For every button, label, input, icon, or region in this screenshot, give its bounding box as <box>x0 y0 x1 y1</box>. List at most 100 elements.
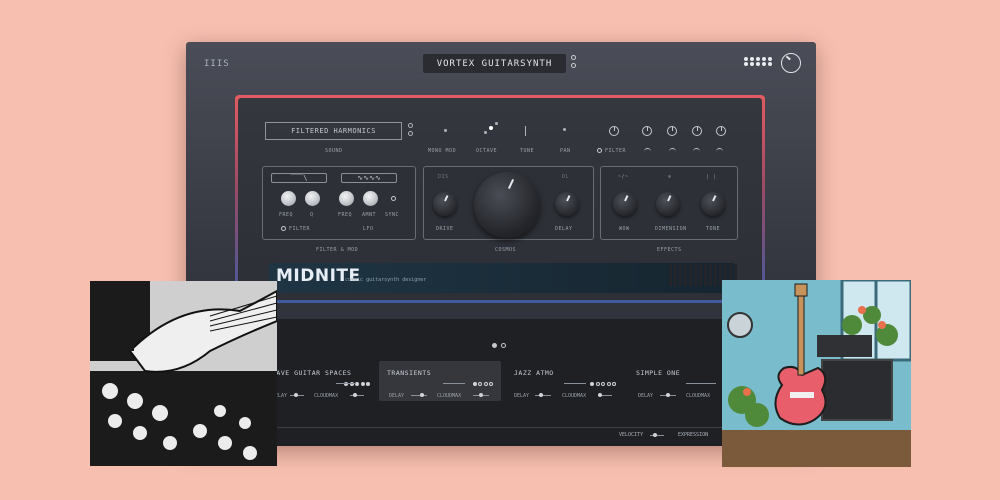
preset-cloud-thumb[interactable] <box>479 393 483 397</box>
filter-enable-toggle[interactable] <box>281 226 286 231</box>
preset-delay-thumb[interactable] <box>539 393 543 397</box>
lfo-sync-label: SYNC <box>385 212 400 218</box>
sound-preset-display[interactable]: FILTERED HARMONICS <box>265 122 402 140</box>
brand-name: MIDNITE <box>276 266 361 286</box>
lfo-sync-toggle[interactable] <box>391 196 396 201</box>
filter-freq-knob[interactable] <box>281 191 296 206</box>
center-section: DIS DL DRIVE DELAY <box>423 166 594 240</box>
preset-meta-delay: DELAY <box>389 393 405 399</box>
curve-icon-3[interactable] <box>693 148 700 153</box>
curve-icon-1[interactable] <box>644 148 651 153</box>
velocity-label: VELOCITY <box>619 432 644 438</box>
lfo-label: LFO <box>363 226 374 232</box>
preset-name: JAZZ ATMO <box>514 369 554 377</box>
preset-rating-line <box>443 383 465 384</box>
preset-card[interactable]: JAZZ ATMO DELAY CLOUDMAX <box>502 361 624 401</box>
dimension-tick-label: ✻ <box>668 174 672 180</box>
tone-label: TONE <box>706 226 721 232</box>
drive-label: DRIVE <box>436 226 454 232</box>
filter-q-label: Q <box>310 212 314 218</box>
mini-knob-3[interactable] <box>667 126 677 136</box>
curve-icon-4[interactable] <box>716 148 723 153</box>
page-dot-2[interactable] <box>501 343 506 348</box>
guitar-synth-artwork-bw <box>90 281 277 466</box>
delay-knob[interactable] <box>555 192 579 216</box>
preset-cloud-thumb[interactable] <box>353 393 357 397</box>
delay-label: DELAY <box>555 226 573 232</box>
title-nav[interactable] <box>571 55 576 68</box>
lfo-amnt-label: AMNT <box>362 212 377 218</box>
filter-toggle-icon[interactable] <box>597 148 602 153</box>
dimension-knob[interactable] <box>656 192 680 216</box>
sound-nav[interactable] <box>408 123 413 136</box>
page-dot-1[interactable] <box>492 343 497 348</box>
lfo-amnt-knob[interactable] <box>363 191 378 206</box>
preset-delay-track[interactable] <box>411 395 427 396</box>
tone-knob[interactable] <box>701 192 725 216</box>
filter-shape-icon[interactable]: ‾‾‾\ <box>271 173 327 183</box>
curve-icon-2[interactable] <box>669 148 676 153</box>
power-icon[interactable] <box>781 53 801 73</box>
preset-meta-delay: DELAY <box>514 393 530 399</box>
mini-knob-2[interactable] <box>642 126 652 136</box>
next-arrow-icon[interactable] <box>571 63 576 68</box>
wow-label: WOW <box>619 226 630 232</box>
lfo-freq-knob[interactable] <box>339 191 354 206</box>
sound-next-icon[interactable] <box>408 131 413 136</box>
filter-q-knob[interactable] <box>305 191 320 206</box>
mono-mod-label: MONO MOD <box>428 148 457 154</box>
mini-knob-1[interactable] <box>609 126 619 136</box>
preset-name: WAVE GUITAR SPACES <box>272 369 352 377</box>
lfo-freq-label: FREQ <box>338 212 353 218</box>
preset-rating-line <box>336 383 356 384</box>
preset-delay-track[interactable] <box>535 395 551 396</box>
plugin-title: VORTEX GUITARSYNTH <box>423 54 566 73</box>
lfo-wave-icon[interactable]: ∿∿∿∿ <box>341 173 397 183</box>
sound-label: SOUND <box>325 148 343 154</box>
preset-rating <box>590 382 616 386</box>
tune-slider[interactable] <box>525 126 526 136</box>
preset-meta-cloud: CLOUDMAX <box>314 393 339 399</box>
filter-freq-label: FREQ <box>279 212 294 218</box>
brand-tagline: cosmic guitarsynth designer <box>345 277 427 283</box>
mini-knob-5[interactable] <box>716 126 726 136</box>
brand-bar: MIDNITE cosmic guitarsynth designer <box>269 263 734 293</box>
preset-meta-delay: DELAY <box>638 393 654 399</box>
octave-dot[interactable] <box>484 131 487 134</box>
pan-label: PAN <box>560 148 571 154</box>
preset-name: SIMPLE ONE <box>636 369 681 377</box>
page-indicator[interactable] <box>492 343 506 348</box>
preset-meta-cloud: CLOUDMAX <box>562 393 587 399</box>
prev-arrow-icon[interactable] <box>571 55 576 60</box>
preset-delay-thumb[interactable] <box>666 393 670 397</box>
mono-mod-dot[interactable] <box>444 129 447 132</box>
sound-prev-icon[interactable] <box>408 123 413 128</box>
preset-delay-thumb[interactable] <box>420 393 424 397</box>
tune-label: TUNE <box>520 148 535 154</box>
preset-meta-cloud: CLOUDMAX <box>437 393 462 399</box>
mini-knob-4[interactable] <box>692 126 702 136</box>
menu-grid-icon[interactable] <box>744 57 773 66</box>
tone-tick-label: | | <box>706 174 717 180</box>
preset-card[interactable]: TRANSIENTS DELAY CLOUDMAX <box>379 361 501 401</box>
pan-dot[interactable] <box>563 128 566 131</box>
cosmos-label: COSMOS <box>495 247 517 253</box>
preset-name: TRANSIENTS <box>387 369 432 377</box>
preset-rating <box>472 382 493 386</box>
octave-dot-high[interactable] <box>495 122 498 125</box>
drive-knob[interactable] <box>433 192 457 216</box>
preset-rating-line <box>564 383 586 384</box>
wow-knob[interactable] <box>613 192 637 216</box>
cosmos-knob[interactable] <box>474 172 540 238</box>
filter-mod-section-label: FILTER & MOD <box>316 247 359 253</box>
preset-delay-thumb[interactable] <box>294 393 298 397</box>
preset-rating-line <box>686 383 716 384</box>
effects-section: ~/~ ✻ | | WOW DIMENSION TONE <box>600 166 738 240</box>
preset-cloud-thumb[interactable] <box>598 393 602 397</box>
octave-label: OCTAVE <box>476 148 498 154</box>
preset-meta-cloud: CLOUDMAX <box>686 393 711 399</box>
velocity-thumb[interactable] <box>653 433 657 437</box>
effects-section-label: EFFECTS <box>657 247 682 253</box>
octave-dot-active[interactable] <box>489 126 493 130</box>
filter-top-label: FILTER <box>605 148 627 154</box>
